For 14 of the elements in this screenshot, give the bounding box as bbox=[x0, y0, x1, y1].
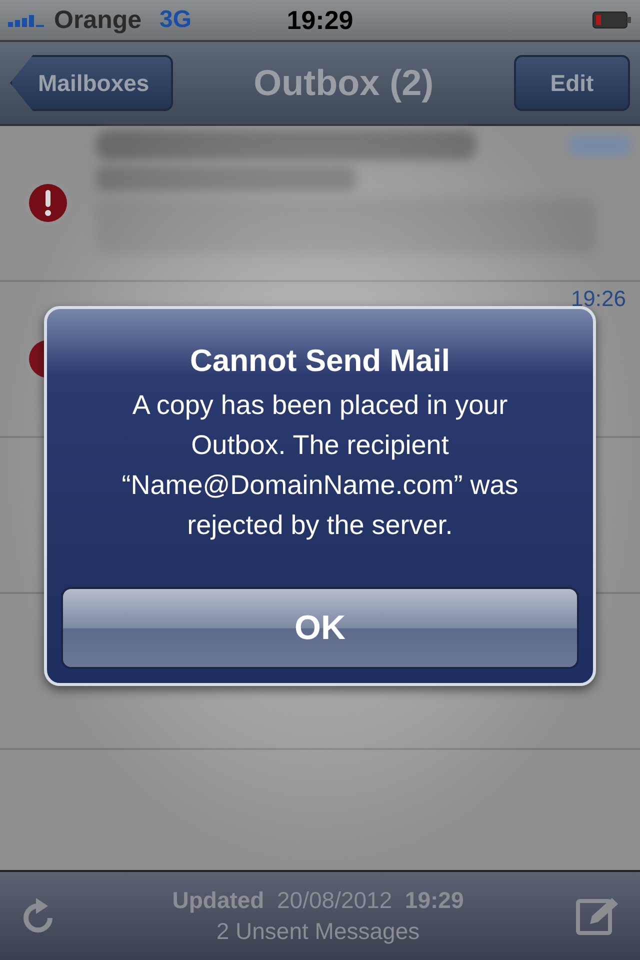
screen-title: Outbox (2) bbox=[254, 62, 434, 104]
updated-text: Updated 20/08/2012 19:29 bbox=[172, 887, 464, 914]
alert-message: A copy has been placed in your Outbox. The recipient “Name@DomainName.com” was rejected by the server. bbox=[120, 389, 520, 542]
alert-title: Cannot Send Mail bbox=[190, 343, 450, 379]
edit-button[interactable]: Edit bbox=[514, 55, 630, 111]
battery-icon bbox=[592, 11, 632, 29]
back-button[interactable]: Mailboxes bbox=[10, 55, 174, 111]
unsent-count: 2 Unsent Messages bbox=[216, 918, 420, 945]
network-type: 3G bbox=[160, 6, 192, 34]
ok-button[interactable]: OK bbox=[61, 587, 579, 669]
clock: 19:29 bbox=[286, 4, 354, 36]
carrier-name: Orange bbox=[54, 6, 142, 34]
compose-icon[interactable] bbox=[576, 896, 620, 936]
message-time: 19:26 bbox=[570, 286, 626, 312]
